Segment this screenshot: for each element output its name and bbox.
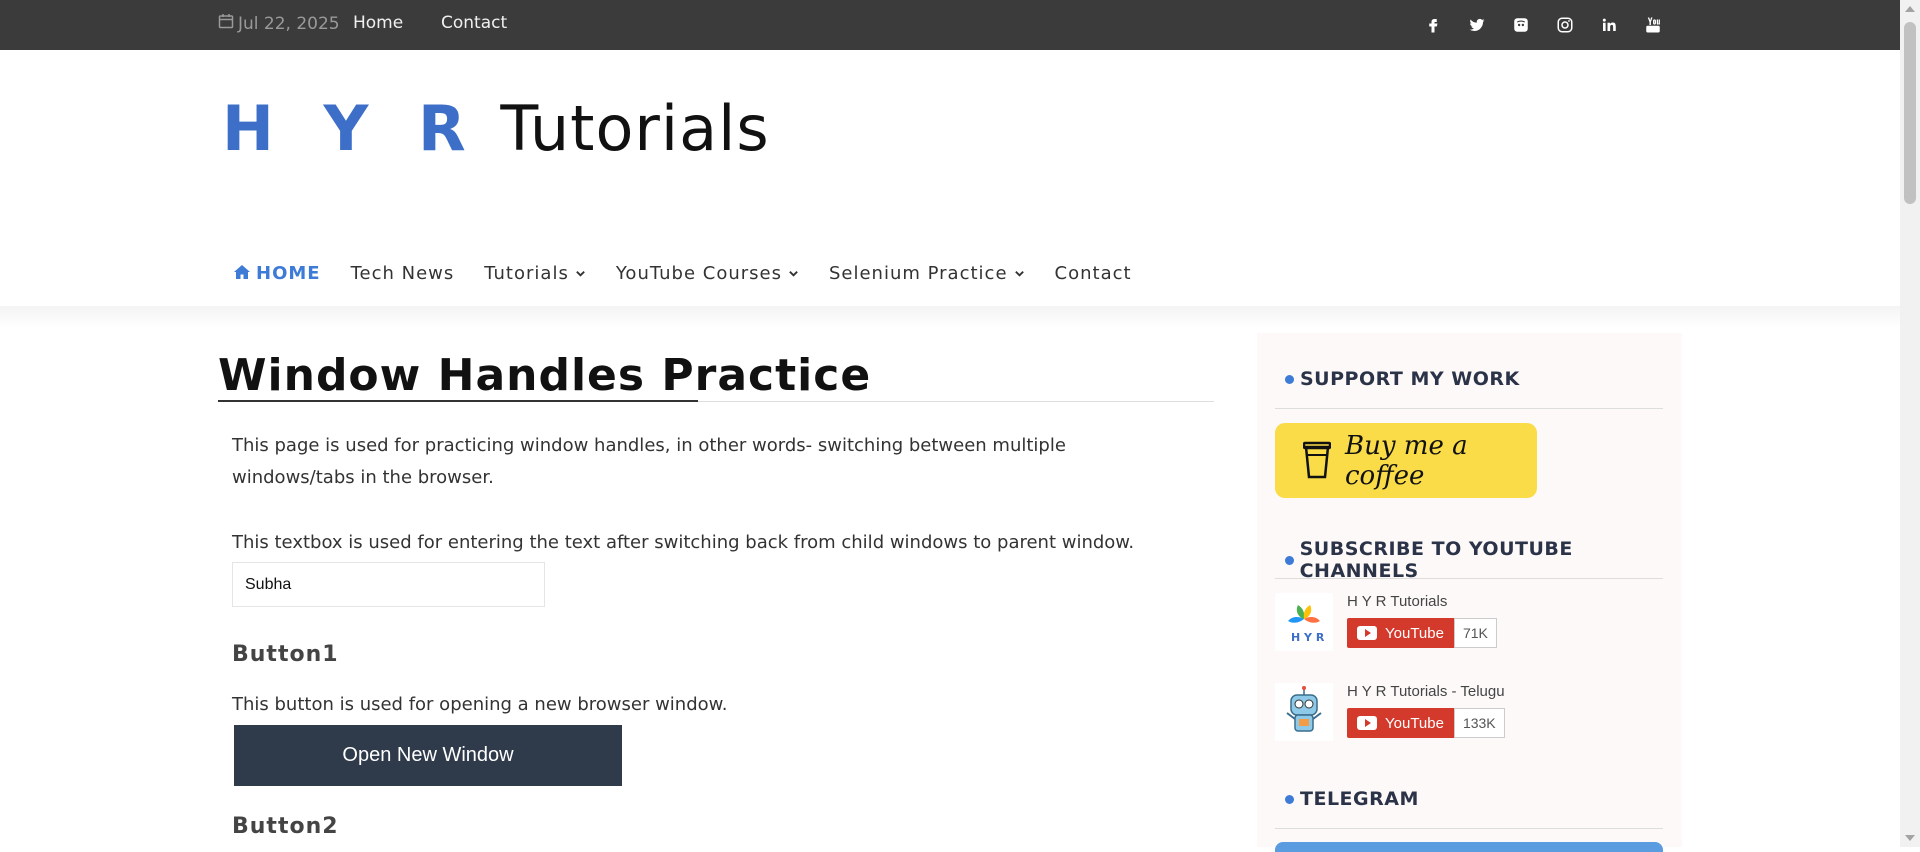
calendar-icon bbox=[218, 13, 234, 34]
nav-selenium-practice-label: Selenium Practice bbox=[828, 263, 1008, 284]
nav-youtube-courses-label: YouTube Courses bbox=[615, 263, 782, 284]
nav-home-label: HOME bbox=[256, 263, 321, 284]
bullet-icon bbox=[1285, 794, 1294, 804]
date-text: Jul 22, 2025 bbox=[238, 13, 340, 34]
home-icon bbox=[234, 263, 250, 284]
nav-youtube-courses[interactable]: YouTube Courses bbox=[616, 263, 799, 284]
chevron-down-icon bbox=[1014, 271, 1024, 277]
main-nav: HOME Tech News Tutorials YouTube Courses… bbox=[234, 263, 1132, 284]
nav-tech-news[interactable]: Tech News bbox=[351, 263, 455, 284]
channel-row: H Y R H Y R Tutorials YouTube 71K bbox=[1275, 593, 1665, 653]
site-logo[interactable]: H Y R Tutorials bbox=[222, 92, 770, 165]
coffee-cup-icon bbox=[1302, 439, 1332, 483]
facebook-icon[interactable] bbox=[1422, 14, 1444, 36]
telegram-title: TELEGRAM bbox=[1285, 788, 1419, 810]
button1-heading: Button1 bbox=[232, 642, 339, 667]
linkedin-icon[interactable] bbox=[1598, 14, 1620, 36]
title-underline bbox=[218, 400, 698, 402]
nav-contact[interactable]: Contact bbox=[1055, 263, 1132, 284]
date-display: Jul 22, 2025 bbox=[218, 13, 340, 34]
social-links bbox=[1422, 14, 1664, 36]
support-title: SUPPORT MY WORK bbox=[1285, 368, 1520, 390]
youtube-subscribe-button[interactable]: YouTube 133K bbox=[1347, 708, 1505, 738]
subscriber-count: 71K bbox=[1453, 618, 1497, 648]
widget-divider bbox=[1275, 408, 1663, 409]
telegram-title-text: TELEGRAM bbox=[1300, 788, 1419, 810]
nav-tech-news-label: Tech News bbox=[350, 263, 455, 284]
support-title-text: SUPPORT MY WORK bbox=[1300, 368, 1520, 390]
svg-text:H Y R: H Y R bbox=[1291, 631, 1325, 644]
name-textbox[interactable] bbox=[232, 562, 545, 607]
youtube-icon[interactable] bbox=[1642, 14, 1664, 36]
bullet-icon bbox=[1285, 374, 1294, 384]
subscriber-count: 133K bbox=[1453, 708, 1505, 738]
sidebar: SUPPORT MY WORK Buy me a coffee SUBSCRIB… bbox=[1257, 333, 1682, 852]
hyr-channel-avatar[interactable]: H Y R bbox=[1275, 593, 1333, 651]
channel-row: H Y R Tutorials - Telugu YouTube 133K bbox=[1275, 683, 1665, 743]
nav-home[interactable]: HOME bbox=[234, 263, 321, 284]
bullet-icon bbox=[1285, 555, 1294, 565]
page-title: Window Handles Practice bbox=[218, 350, 872, 401]
twitter-icon[interactable] bbox=[1466, 14, 1488, 36]
top-bar: Jul 22, 2025 Home Contact bbox=[0, 0, 1900, 50]
scrollbar-thumb[interactable] bbox=[1904, 22, 1916, 204]
chevron-down-icon bbox=[576, 271, 585, 277]
instagram-icon[interactable] bbox=[1554, 14, 1576, 36]
logo-hyr: H Y R bbox=[222, 92, 480, 165]
scroll-up-arrow-icon[interactable] bbox=[1905, 6, 1915, 12]
widget-divider bbox=[1275, 578, 1663, 579]
youtube-button-text: YouTube bbox=[1385, 714, 1444, 732]
telegram-widget[interactable] bbox=[1275, 842, 1663, 852]
textbox-description: This textbox is used for entering the te… bbox=[232, 532, 1135, 553]
youtube-play-icon bbox=[1357, 626, 1377, 640]
youtube-button-label: YouTube bbox=[1347, 708, 1454, 738]
nav-tutorials-label: Tutorials bbox=[484, 263, 569, 284]
widget-divider bbox=[1275, 828, 1663, 829]
youtube-subscribe-button[interactable]: YouTube 71K bbox=[1347, 618, 1497, 648]
subscribe-title: SUBSCRIBE TO YOUTUBE CHANNELS bbox=[1285, 538, 1682, 582]
nav-selenium-practice[interactable]: Selenium Practice bbox=[829, 263, 1025, 284]
button1-description: This button is used for opening a new br… bbox=[232, 694, 728, 715]
intro-text: This page is used for practicing window … bbox=[232, 435, 1066, 488]
youtube-button-text: YouTube bbox=[1385, 624, 1444, 642]
youtube-button-label: YouTube bbox=[1347, 618, 1454, 648]
discord-icon[interactable] bbox=[1510, 14, 1532, 36]
page-scrollbar[interactable] bbox=[1900, 0, 1920, 847]
top-link-home[interactable]: Home bbox=[353, 13, 403, 33]
header-divider bbox=[0, 306, 1900, 328]
nav-tutorials[interactable]: Tutorials bbox=[484, 263, 586, 284]
top-link-contact[interactable]: Contact bbox=[441, 13, 507, 33]
nav-contact-label: Contact bbox=[1054, 263, 1132, 284]
hyr-telugu-channel-avatar[interactable] bbox=[1275, 683, 1333, 741]
buy-me-a-coffee-button[interactable]: Buy me a coffee bbox=[1275, 423, 1537, 498]
channel-name[interactable]: H Y R Tutorials bbox=[1347, 593, 1447, 610]
coffee-label: Buy me a coffee bbox=[1345, 430, 1468, 491]
channel-name[interactable]: H Y R Tutorials - Telugu bbox=[1347, 683, 1505, 700]
subscribe-title-text: SUBSCRIBE TO YOUTUBE CHANNELS bbox=[1299, 538, 1573, 582]
logo-tutorials: Tutorials bbox=[500, 92, 770, 165]
chevron-down-icon bbox=[789, 271, 798, 277]
youtube-play-icon bbox=[1357, 716, 1377, 730]
open-new-window-button[interactable]: Open New Window bbox=[234, 725, 622, 786]
scroll-down-arrow-icon[interactable] bbox=[1905, 835, 1915, 841]
button2-heading: Button2 bbox=[232, 814, 339, 839]
